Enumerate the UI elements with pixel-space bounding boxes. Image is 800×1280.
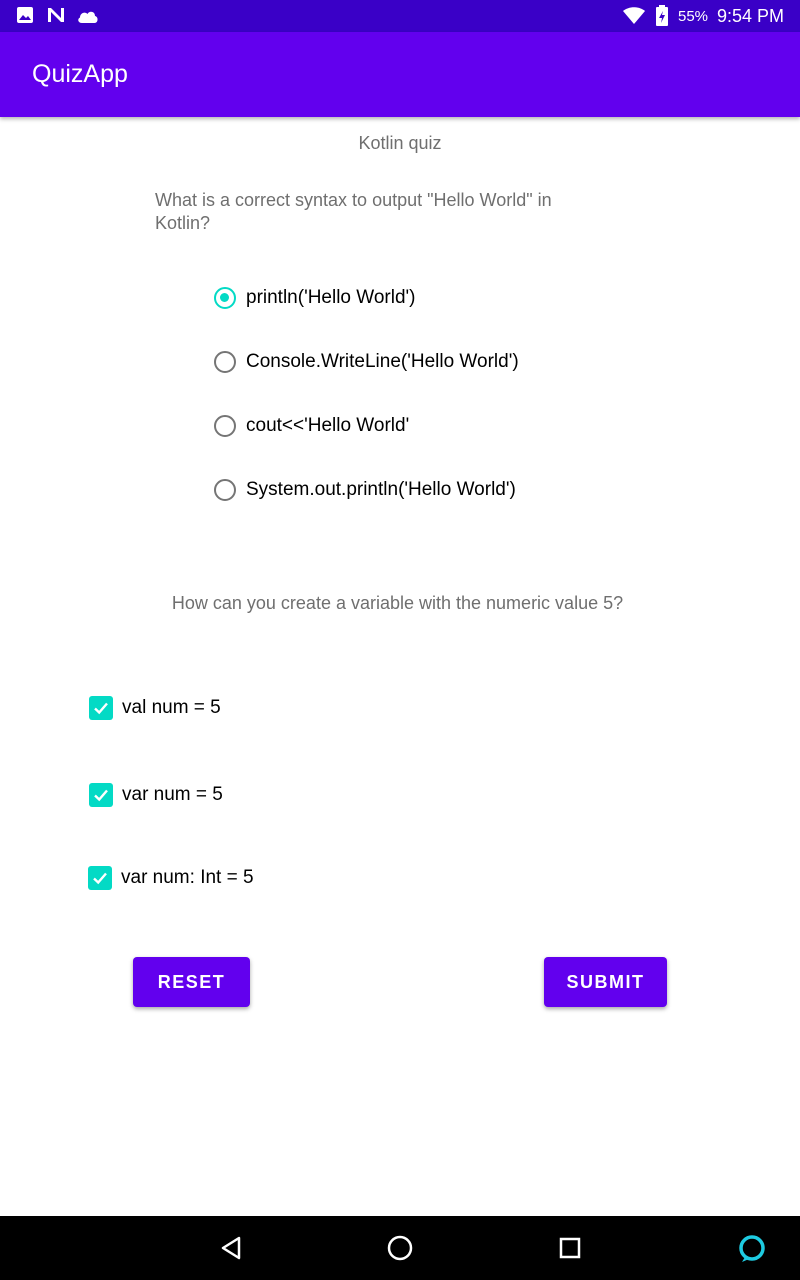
- cloud-icon: [78, 11, 98, 23]
- checkbox-checked[interactable]: [88, 866, 112, 890]
- radio-button-checked[interactable]: [214, 287, 236, 309]
- radio-option-label: System.out.println('Hello World'): [246, 479, 516, 500]
- radio-option-label: cout<<'Hello World': [246, 415, 410, 436]
- radio-option-label: println('Hello World'): [246, 287, 416, 308]
- quiz-title: Kotlin quiz: [358, 133, 442, 153]
- image-icon: [17, 7, 33, 23]
- radio-button[interactable]: [214, 351, 236, 373]
- checkbox-option-2[interactable]: var num = 5: [89, 781, 223, 809]
- check-icon: [93, 872, 107, 885]
- back-icon[interactable]: [215, 1232, 247, 1264]
- status-bar: 55% 9:54 PM: [0, 0, 800, 32]
- check-icon: [94, 789, 108, 802]
- radio-option-label: Console.WriteLine('Hello World'): [246, 351, 519, 372]
- app-bar: QuizApp: [0, 32, 800, 117]
- checkbox-option-1[interactable]: val num = 5: [89, 694, 221, 722]
- radio-option-3[interactable]: cout<<'Hello World': [214, 412, 409, 440]
- battery-percent: 55%: [678, 8, 709, 25]
- recents-icon[interactable]: [554, 1232, 586, 1264]
- checkbox-option-label: var num = 5: [122, 784, 223, 805]
- radio-button[interactable]: [214, 479, 236, 501]
- app-title: QuizApp: [32, 60, 128, 88]
- radio-option-1[interactable]: println('Hello World'): [214, 284, 416, 312]
- submit-button[interactable]: SUBMIT: [544, 957, 667, 1007]
- battery-icon: [656, 5, 668, 26]
- wifi-icon: [623, 7, 645, 24]
- checkbox-option-label: var num: Int = 5: [121, 867, 254, 888]
- checkbox-option-3[interactable]: var num: Int = 5: [88, 864, 254, 892]
- question-2-text: How can you create a variable with the n…: [171, 593, 624, 613]
- home-icon[interactable]: [384, 1232, 416, 1264]
- assistant-icon[interactable]: [736, 1232, 768, 1264]
- checkbox-option-label: val num = 5: [122, 697, 221, 718]
- checkbox-checked[interactable]: [89, 783, 113, 807]
- radio-option-4[interactable]: System.out.println('Hello World'): [214, 476, 516, 504]
- n-app-icon: [48, 8, 64, 22]
- radio-option-2[interactable]: Console.WriteLine('Hello World'): [214, 348, 519, 376]
- navigation-bar: [0, 1216, 800, 1280]
- radio-button[interactable]: [214, 415, 236, 437]
- question-1-text: What is a correct syntax to output "Hell…: [155, 190, 552, 233]
- checkbox-checked[interactable]: [89, 696, 113, 720]
- reset-button[interactable]: RESET: [133, 957, 250, 1007]
- clock: 9:54 PM: [717, 6, 785, 26]
- check-icon: [94, 702, 108, 715]
